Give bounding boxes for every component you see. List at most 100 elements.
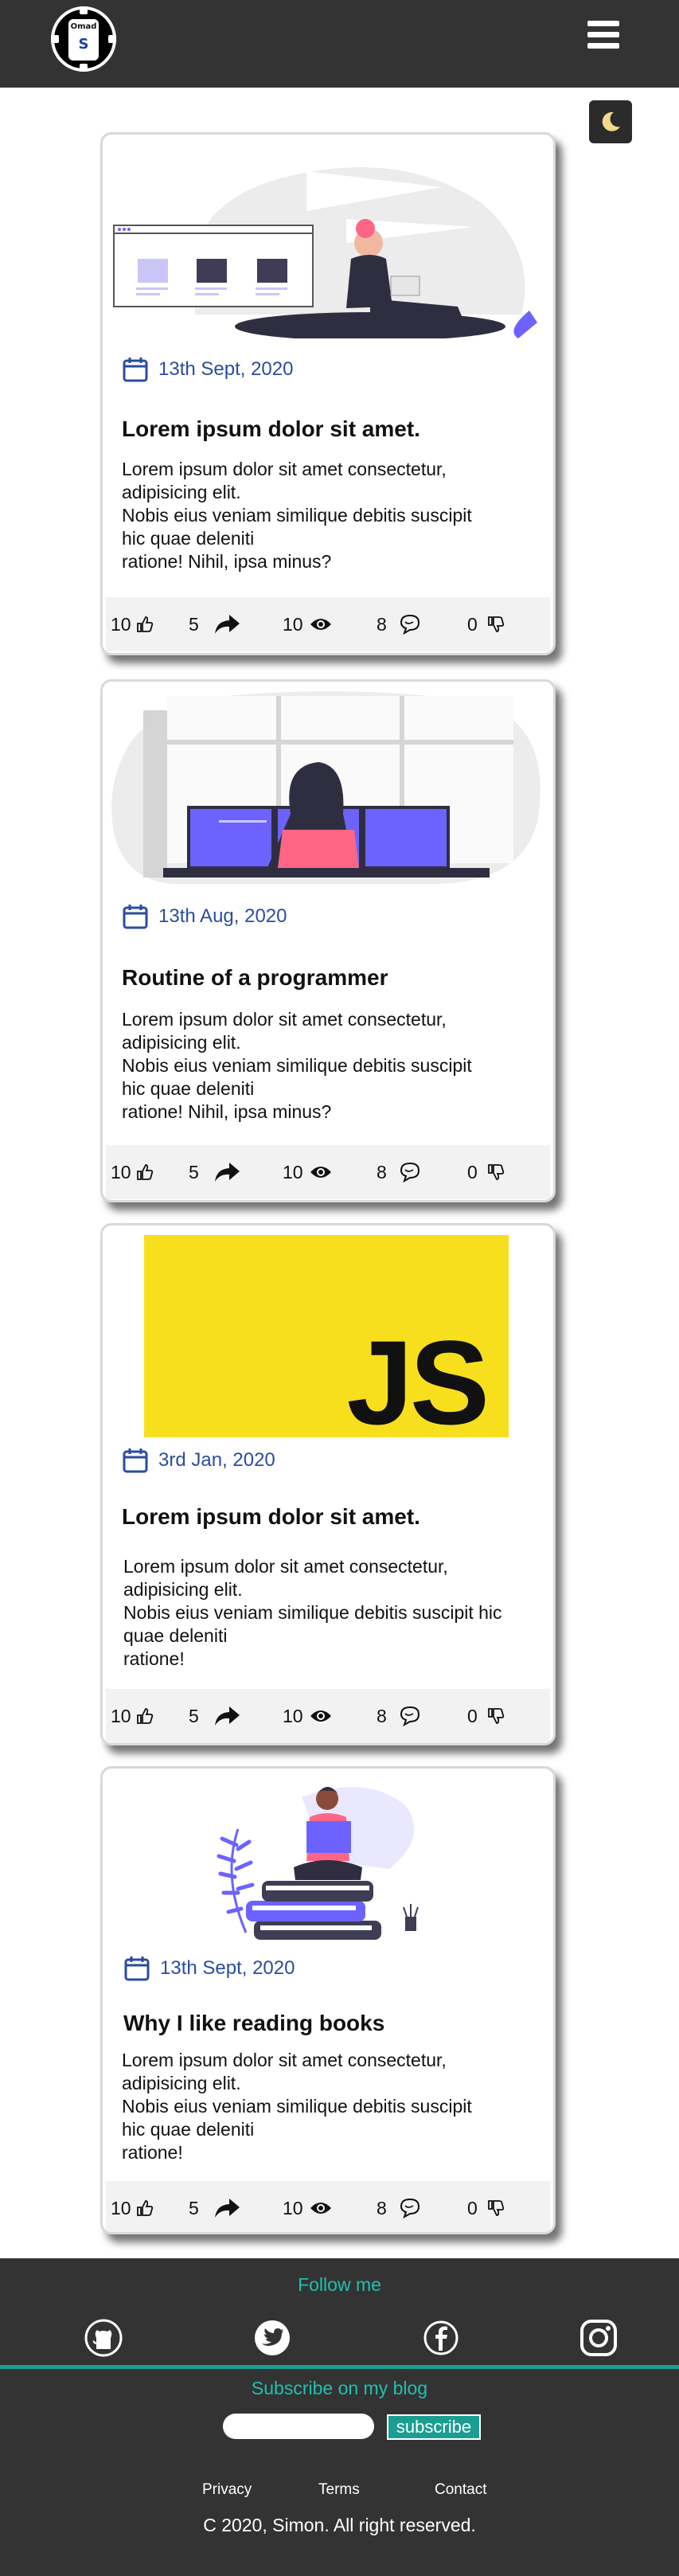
thumbs-down-icon	[487, 2200, 505, 2216]
instagram-icon[interactable]	[578, 2317, 619, 2359]
views-count: 10	[283, 2197, 303, 2218]
js-logo-text: JS	[346, 1315, 490, 1449]
likes-button[interactable]: 10	[111, 1145, 154, 1199]
github-icon[interactable]	[83, 2317, 124, 2359]
dislikes-button[interactable]: 0	[467, 1689, 505, 1743]
shares-count: 5	[189, 2197, 199, 2218]
share-arrow-icon	[214, 1163, 240, 1182]
share-button[interactable]: 5	[189, 1689, 240, 1743]
views-indicator: 10	[283, 1689, 332, 1743]
post-title[interactable]: Lorem ipsum dolor sit amet.	[122, 416, 420, 442]
share-button[interactable]: 5	[189, 597, 240, 651]
post-stats-bar: 10 5 10 8 0	[106, 597, 550, 651]
privacy-link[interactable]: Privacy	[202, 2481, 252, 2499]
js-logo-image: JS	[144, 1235, 509, 1442]
comment-icon	[400, 1162, 419, 1183]
post-stats-bar: 10 5 10 8 0	[106, 1145, 550, 1199]
dislikes-button[interactable]: 0	[467, 2181, 505, 2232]
post-illustration	[217, 1787, 419, 1940]
comments-count: 8	[377, 1161, 387, 1182]
post-stats-bar: 10 5 10 8 0	[106, 2181, 550, 2232]
comments-count: 8	[377, 1705, 387, 1726]
logo-top-text: Omad	[70, 22, 97, 31]
views-indicator: 10	[283, 1145, 332, 1199]
post-date: 3rd Jan, 2020	[122, 1447, 275, 1474]
post-card[interactable]: 13th Sept, 2020 Why I like reading books…	[100, 1766, 556, 2234]
comment-icon	[400, 614, 419, 635]
post-card[interactable]: 13th Sept, 2020 Lorem ipsum dolor sit am…	[100, 132, 556, 655]
navbar: Omad S	[0, 0, 679, 88]
dislikes-button[interactable]: 0	[467, 1145, 505, 1199]
comments-button[interactable]: 8	[377, 1145, 422, 1199]
contact-link[interactable]: Contact	[435, 2481, 486, 2499]
post-excerpt: Lorem ipsum dolor sit amet consectetur, …	[122, 459, 472, 572]
likes-count: 10	[111, 1161, 131, 1182]
shares-count: 5	[189, 1705, 199, 1726]
likes-count: 10	[111, 613, 131, 635]
calendar-icon	[123, 905, 148, 929]
dislikes-count: 0	[467, 2197, 478, 2218]
views-indicator: 10	[283, 2181, 332, 2232]
post-title[interactable]: Routine of a programmer	[122, 965, 388, 991]
facebook-icon[interactable]	[420, 2317, 462, 2359]
post-title[interactable]: Lorem ipsum dolor sit amet.	[122, 1504, 420, 1530]
eye-icon	[310, 1710, 331, 1722]
share-arrow-icon	[214, 1706, 240, 1726]
share-button[interactable]: 5	[189, 1145, 240, 1199]
likes-button[interactable]: 10	[111, 597, 154, 651]
post-excerpt: Lorem ipsum dolor sit amet consectetur, …	[122, 2050, 472, 2163]
subscribe-email-input[interactable]	[223, 2414, 374, 2439]
post-date: 13th Sept, 2020	[122, 356, 293, 383]
views-indicator: 10	[283, 597, 332, 651]
post-illustration	[113, 167, 537, 338]
hamburger-icon[interactable]	[587, 21, 619, 56]
likes-button[interactable]: 10	[111, 2181, 154, 2232]
eye-icon	[310, 1167, 331, 1178]
twitter-icon[interactable]	[252, 2317, 293, 2359]
thumbs-down-icon	[487, 1708, 505, 1724]
views-count: 10	[283, 613, 303, 635]
comment-icon	[400, 2198, 419, 2219]
post-card[interactable]: JS 3rd Jan, 2020 Lorem ipsum dolor sit a…	[100, 1223, 556, 1745]
dislikes-count: 0	[467, 1705, 478, 1726]
share-arrow-icon	[214, 615, 240, 634]
copyright-text: C 2020, Simon. All right reserved.	[203, 2515, 476, 2535]
eye-icon	[310, 2203, 331, 2214]
theme-toggle-button[interactable]	[589, 100, 632, 143]
shares-count: 5	[189, 613, 199, 635]
footer: Follow me Subscribe on my blog subscribe…	[0, 2258, 679, 2576]
share-button[interactable]: 5	[189, 2181, 240, 2232]
terms-link[interactable]: Terms	[318, 2481, 360, 2499]
likes-button[interactable]: 10	[111, 1689, 154, 1743]
post-illustration	[111, 691, 540, 885]
site-logo[interactable]: Omad S	[51, 6, 116, 72]
thumbs-down-icon	[487, 1164, 505, 1180]
comments-button[interactable]: 8	[377, 1689, 422, 1743]
footer-divider	[0, 2365, 679, 2369]
likes-count: 10	[111, 2197, 131, 2218]
post-title[interactable]: Why I like reading books	[123, 2011, 384, 2036]
comments-button[interactable]: 8	[377, 597, 422, 651]
date-text: 3rd Jan, 2020	[158, 1449, 275, 1471]
post-date: 13th Sept, 2020	[123, 1955, 295, 1982]
post-excerpt: Lorem ipsum dolor sit amet consectetur, …	[123, 1556, 502, 1669]
views-count: 10	[283, 1161, 303, 1182]
date-text: 13th Aug, 2020	[158, 905, 287, 927]
comments-button[interactable]: 8	[377, 2181, 422, 2232]
comment-icon	[400, 1706, 419, 1727]
post-card[interactable]: 13th Aug, 2020 Routine of a programmer L…	[100, 679, 556, 1202]
date-text: 13th Sept, 2020	[160, 1957, 295, 1979]
moon-icon	[602, 111, 620, 131]
dislikes-count: 0	[467, 613, 478, 635]
comments-count: 8	[377, 2197, 387, 2218]
dislikes-button[interactable]: 0	[467, 597, 505, 651]
post-excerpt: Lorem ipsum dolor sit amet consectetur, …	[122, 1009, 472, 1122]
post-date: 13th Aug, 2020	[122, 903, 287, 930]
follow-heading: Follow me	[298, 2274, 381, 2295]
thumbs-up-icon	[136, 1164, 153, 1180]
comments-count: 8	[377, 613, 387, 635]
logo-letter: S	[78, 36, 89, 53]
subscribe-button[interactable]: subscribe	[387, 2414, 481, 2440]
thumbs-up-icon	[136, 1708, 153, 1724]
eye-icon	[310, 619, 331, 630]
